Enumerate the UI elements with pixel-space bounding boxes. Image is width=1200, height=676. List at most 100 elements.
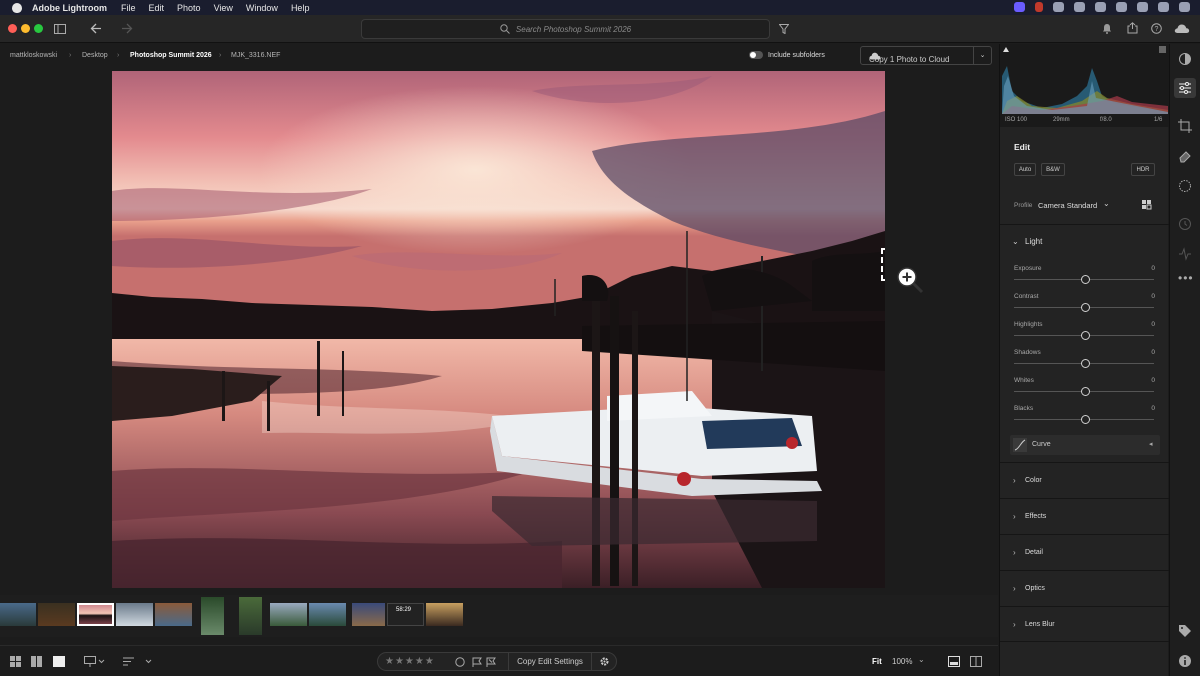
before-after-icon[interactable] xyxy=(970,656,982,667)
filmstrip-thumb[interactable] xyxy=(352,603,385,626)
breadcrumb-desktop[interactable]: Desktop xyxy=(82,52,108,59)
chevron-down-icon[interactable]: ⌄ xyxy=(973,47,991,64)
masking-icon[interactable] xyxy=(1178,179,1192,193)
single-view-icon[interactable] xyxy=(53,656,65,667)
profile-dropdown[interactable]: Camera Standard xyxy=(1038,201,1097,210)
cloud-sync-icon[interactable] xyxy=(1174,23,1190,34)
color-section[interactable]: › Color xyxy=(1000,462,1169,498)
menu-photo[interactable]: Photo xyxy=(177,3,201,13)
control-center-icon[interactable] xyxy=(1179,2,1190,12)
copy-to-cloud-button[interactable]: Copy 1 Photo to Cloud ⌄ xyxy=(860,46,992,65)
breadcrumb-file[interactable]: MJK_3316.NEF xyxy=(231,52,280,59)
search-bar[interactable]: Search Photoshop Summit 2026 xyxy=(361,19,770,39)
slider-handle[interactable] xyxy=(1081,331,1090,340)
bw-button[interactable]: B&W xyxy=(1041,163,1065,176)
presets-icon[interactable] xyxy=(1178,52,1192,66)
chevron-down-icon[interactable]: ⌄ xyxy=(1103,199,1110,208)
menu-view[interactable]: View xyxy=(214,3,233,13)
slider-handle[interactable] xyxy=(1081,415,1090,424)
filmstrip-thumb[interactable] xyxy=(155,603,192,626)
curve-subsection[interactable]: Curve ◂ xyxy=(1010,435,1160,455)
slider-value[interactable]: 0 xyxy=(1151,377,1155,384)
grid-view-icon[interactable] xyxy=(10,656,21,667)
filmstrip-thumb[interactable] xyxy=(309,603,346,626)
screen-record-icon[interactable] xyxy=(1014,2,1025,12)
chevron-down-icon[interactable]: ⌄ xyxy=(918,655,925,664)
notification-bell-icon[interactable] xyxy=(1102,23,1112,34)
filmstrip-thumb-selected[interactable] xyxy=(77,603,114,626)
chevron-down-icon[interactable]: ⌄ xyxy=(1012,237,1019,246)
filmstrip-video-thumb[interactable]: 58:29 xyxy=(387,603,424,626)
gear-icon[interactable] xyxy=(599,656,610,667)
compare-view-icon[interactable] xyxy=(31,656,42,667)
slider-value[interactable]: 0 xyxy=(1151,321,1155,328)
filmstrip-thumb[interactable] xyxy=(270,603,307,626)
slider-handle[interactable] xyxy=(1081,275,1090,284)
lens-blur-section[interactable]: › Lens Blur xyxy=(1000,606,1169,642)
more-options-icon[interactable]: ••• xyxy=(1178,271,1194,285)
filmstrip-thumb[interactable] xyxy=(201,597,224,635)
slider-value[interactable]: 0 xyxy=(1151,265,1155,272)
reject-flag-x-icon[interactable] xyxy=(486,657,496,667)
apple-icon[interactable] xyxy=(12,2,22,13)
menu-file[interactable]: File xyxy=(121,3,136,13)
wifi-icon[interactable] xyxy=(1137,2,1148,12)
back-arrow-icon[interactable] xyxy=(90,23,102,34)
close-window-button[interactable] xyxy=(8,24,17,33)
menu-edit[interactable]: Edit xyxy=(149,3,165,13)
slider-handle[interactable] xyxy=(1081,387,1090,396)
info-icon[interactable] xyxy=(1178,654,1192,668)
share-icon[interactable] xyxy=(1127,22,1138,34)
slider-handle[interactable] xyxy=(1081,303,1090,312)
reject-flag-icon[interactable] xyxy=(455,657,465,667)
filter-icon[interactable] xyxy=(779,24,789,34)
crop-icon[interactable] xyxy=(1178,119,1192,133)
star-rating[interactable]: ★★★★★ xyxy=(385,656,435,667)
app-status-icon[interactable] xyxy=(1035,2,1043,12)
activity-icon[interactable] xyxy=(1178,247,1192,261)
zoom-fit-button[interactable]: Fit xyxy=(872,657,882,666)
hdr-button[interactable]: HDR xyxy=(1131,163,1155,176)
slider-value[interactable]: 0 xyxy=(1151,293,1155,300)
copy-edit-settings-button[interactable]: Copy Edit Settings xyxy=(508,653,592,670)
pick-flag-icon[interactable] xyxy=(472,657,482,667)
filmstrip-thumb[interactable] xyxy=(0,603,36,626)
edit-sliders-icon[interactable] xyxy=(1178,81,1192,95)
highlight-clipping-toggle[interactable] xyxy=(1159,46,1166,53)
filmstrip-thumb[interactable] xyxy=(239,597,262,635)
main-photo[interactable] xyxy=(112,71,885,588)
tag-icon[interactable] xyxy=(1178,624,1192,638)
shadow-clipping-icon[interactable] xyxy=(1002,46,1010,54)
help-icon[interactable]: ? xyxy=(1151,23,1162,34)
battery-icon[interactable] xyxy=(1116,2,1127,12)
zoom-window-button[interactable] xyxy=(34,24,43,33)
light-section-title[interactable]: Light xyxy=(1025,237,1042,246)
breadcrumb-user[interactable]: mattkloskowski xyxy=(10,52,57,59)
filmstrip-thumb[interactable] xyxy=(426,603,463,626)
profile-browser-icon[interactable] xyxy=(1142,200,1152,210)
forward-arrow-icon[interactable] xyxy=(121,23,133,34)
slider-handle[interactable] xyxy=(1081,359,1090,368)
spotlight-icon[interactable] xyxy=(1158,2,1169,12)
filmstrip-thumb[interactable] xyxy=(116,603,153,626)
subfolders-toggle[interactable] xyxy=(749,51,763,59)
breadcrumb-album[interactable]: Photoshop Summit 2026 xyxy=(130,52,212,59)
sync-icon[interactable] xyxy=(1074,2,1085,12)
zoom-level[interactable]: 100% xyxy=(892,657,912,666)
menu-extra-icon[interactable] xyxy=(1095,2,1106,12)
optics-section[interactable]: › Optics xyxy=(1000,570,1169,606)
sort-dropdown-icon[interactable] xyxy=(123,656,153,667)
menu-help[interactable]: Help xyxy=(291,3,310,13)
auto-button[interactable]: Auto xyxy=(1014,163,1036,176)
minimize-window-button[interactable] xyxy=(21,24,30,33)
sidebar-toggle-icon[interactable] xyxy=(54,24,66,34)
slider-value[interactable]: 0 xyxy=(1151,405,1155,412)
healing-eraser-icon[interactable] xyxy=(1178,149,1192,163)
versions-icon[interactable] xyxy=(1178,217,1192,231)
filmstrip-thumb[interactable] xyxy=(38,603,75,626)
slider-value[interactable]: 0 xyxy=(1151,349,1155,356)
detail-section[interactable]: › Detail xyxy=(1000,534,1169,570)
creative-cloud-icon[interactable] xyxy=(1053,2,1064,12)
slideshow-dropdown-icon[interactable] xyxy=(84,656,106,667)
filmstrip-toggle-icon[interactable] xyxy=(948,656,960,667)
